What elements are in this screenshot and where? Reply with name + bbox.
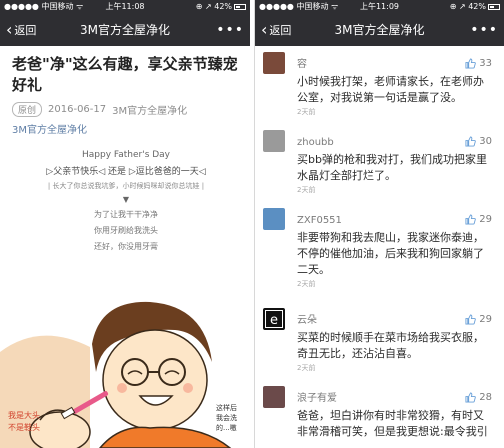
comment-text: 非要带狗和我去爬山，我家迷你泰迪，不停的催他加油，后来我和狗回家躺了二天。 xyxy=(297,231,484,276)
article-date: 2016-06-17 xyxy=(48,104,107,115)
dad-face xyxy=(102,329,208,431)
status-bar: ●●●●● 中国移动 ᯤ 上午11:08 ⊕ ↗ 42% xyxy=(0,0,250,13)
comment-text: 小时候我打架，老师请家长，在老师办公室，对我说第一句话是赢了没。 xyxy=(297,75,484,104)
illustration-text: 这样后 xyxy=(216,403,237,412)
comment-item: 浪子有爱 28 爸爸，坦白讲你有时非常狡猾，有时又非常滑稽可笑，但是我更想说:最令我… xyxy=(255,386,504,446)
comment-item: ZXF0551 29 非要带狗和我去爬山，我家迷你泰迪，不停的催他加油，后来我和狗回… xyxy=(255,208,504,308)
thumbs-up-icon xyxy=(465,214,477,225)
comment-item: 容 33 小时候我打架，老师请家长，在老师办公室，对我说第一句话是赢了没。 2天前 xyxy=(255,52,504,130)
comment-time: 2天前 xyxy=(297,186,316,194)
like-count: 28 xyxy=(479,392,492,403)
thumbs-up-icon xyxy=(465,58,477,69)
thumbs-up-icon xyxy=(465,136,477,147)
chevron-left-icon: ‹ xyxy=(261,19,268,39)
original-badge: 原创 xyxy=(12,102,43,117)
comment-time: 2天前 xyxy=(297,364,316,372)
back-button[interactable]: ‹ 返回 xyxy=(261,19,292,39)
comment-time: 2天前 xyxy=(297,280,316,288)
comment-item: zhoubb 30 买bb弹的枪和我对打，我们成功把家里水晶灯全部打烂了。 2天前 xyxy=(255,130,504,208)
nav-bar: ‹ 返回 3M官方全屋净化 ••• xyxy=(0,13,250,46)
avatar[interactable]: e xyxy=(263,308,285,330)
article-meta: 原创 2016-06-17 3M官方全屋净化 xyxy=(12,102,240,117)
illustration-text: 我是大头 xyxy=(8,410,40,420)
illustration-text: 我会洗 xyxy=(216,413,237,422)
like-button[interactable]: 28 xyxy=(465,392,492,403)
like-button[interactable]: 29 xyxy=(465,314,492,325)
comment-text: 买菜的时候顺手在菜市场给我买衣服，奇丑无比，还沾沾自喜。 xyxy=(297,331,484,360)
thumbs-up-icon xyxy=(465,392,477,403)
like-button[interactable]: 33 xyxy=(465,58,492,69)
avatar[interactable] xyxy=(263,208,285,230)
poster-line: 你用牙刷给我洗头 xyxy=(94,226,158,235)
thumbs-up-icon xyxy=(465,314,477,325)
comment-item: e 云朵 29 买菜的时候顺手在菜市场给我买衣服，奇丑无比，还沾沾自喜。 2天前 xyxy=(255,308,504,386)
more-options-button[interactable]: ••• xyxy=(216,22,244,38)
carrier-label: ●●●●● 中国移动 ᯤ xyxy=(4,2,84,11)
page-title: 3M官方全屋净化 xyxy=(334,23,425,37)
poster-line: 为了让我干干净净 xyxy=(94,210,158,219)
back-label: 返回 xyxy=(14,23,37,37)
more-options-button[interactable]: ••• xyxy=(470,22,498,38)
page-title: 3M官方全屋净化 xyxy=(80,23,170,37)
back-button[interactable]: ‹ 返回 xyxy=(6,19,37,39)
comment-text: 爸爸，坦白讲你有时非常狡猾，有时又非常滑稽可笑，但是我更想说:最令我引 xyxy=(297,409,488,438)
comment-time: 2天前 xyxy=(297,108,316,116)
battery-indicator: ⊕ ↗ 42% xyxy=(420,2,500,11)
article-title: 老爸"净"这么有趣，享父亲节臻宠好礼 xyxy=(12,55,238,94)
comment-text: 买bb弹的枪和我对打，我们成功把家里水晶灯全部打烂了。 xyxy=(297,153,487,182)
carrier-label: ●●●●● 中国移动 ᯤ xyxy=(259,2,339,11)
account-link[interactable]: 3M官方全屋净化 xyxy=(12,121,240,136)
clock: 上午11:09 xyxy=(359,2,400,11)
battery-indicator: ⊕ ↗ 42% xyxy=(165,2,247,11)
poster-subtitle: ▷父亲节快乐◁ 还是 ▷逗比爸爸的一天◁ xyxy=(46,167,206,177)
like-button[interactable]: 29 xyxy=(465,214,492,225)
like-count: 29 xyxy=(479,214,492,225)
back-label: 返回 xyxy=(269,23,292,37)
like-button[interactable]: 30 xyxy=(465,136,492,147)
illustration-text: 不是鞋头 xyxy=(8,422,40,432)
svg-text:e: e xyxy=(270,313,278,328)
article: 老爸"净"这么有趣，享父亲节臻宠好礼 原创 2016-06-17 3M官方全屋净… xyxy=(0,46,250,252)
avatar[interactable] xyxy=(263,130,285,152)
chevron-left-icon: ‹ xyxy=(6,19,13,39)
dad-shirt xyxy=(99,426,232,448)
down-triangle-icon: ▼ xyxy=(122,195,130,204)
like-count: 33 xyxy=(479,58,492,69)
illustration-text: 的...嗷 xyxy=(216,423,237,432)
poster-heading: Happy Father's Day xyxy=(81,150,171,160)
nav-bar: ‹ 返回 3M官方全屋净化 ••• xyxy=(255,13,504,46)
battery-label: ⊕ ↗ 42% xyxy=(449,2,486,11)
father-child-illustration: 我是大头 不是鞋头 这样后 我会洗 的...嗷 xyxy=(0,301,237,448)
clock: 上午11:08 xyxy=(105,2,145,11)
poster-note: | 长大了你总说我坑爹，小时候妈咪却说你总坑娃 | xyxy=(47,182,205,190)
battery-icon xyxy=(234,3,247,10)
article-author: 3M官方全屋净化 xyxy=(112,106,188,117)
like-count: 29 xyxy=(479,314,492,325)
left-screen: ●●●●● 中国移动 ᯤ 上午11:08 ⊕ ↗ 42% ‹ 返回 3M官方全屋… xyxy=(0,0,250,448)
avatar[interactable] xyxy=(263,52,285,74)
like-count: 30 xyxy=(479,136,492,147)
battery-label: ⊕ ↗ 42% xyxy=(195,2,233,11)
poster: Happy Father's Day ▷父亲节快乐◁ 还是 ▷逗比爸爸的一天◁ … xyxy=(12,150,240,252)
battery-icon xyxy=(487,3,500,10)
avatar[interactable] xyxy=(263,386,285,408)
status-bar: ●●●●● 中国移动 ᯤ 上午11:09 ⊕ ↗ 42% xyxy=(255,0,504,13)
poster-line: 还好，你没用牙膏 xyxy=(94,242,158,251)
right-screen: ●●●●● 中国移动 ᯤ 上午11:09 ⊕ ↗ 42% ‹ 返回 3M官方全屋… xyxy=(254,0,504,448)
